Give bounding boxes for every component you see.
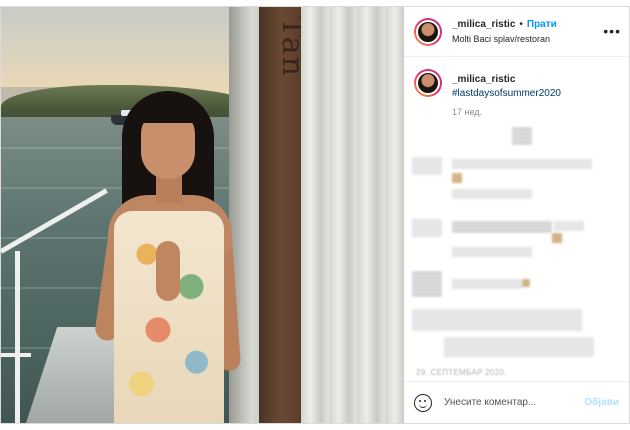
caption-hashtag[interactable]: #lastdaysofsummer2020 xyxy=(452,88,561,99)
more-options-icon[interactable]: ••• xyxy=(603,24,621,38)
post-side-panel: _milica_ristic • Прати Molti Baci splav/… xyxy=(404,7,629,423)
post-comment-button[interactable]: Објави xyxy=(584,397,619,408)
caption-avatar[interactable] xyxy=(414,69,442,97)
separator-dot: • xyxy=(519,18,523,30)
caption: _milica_ristic #lastdaysofsummer2020 xyxy=(414,69,619,101)
caption-timestamp[interactable]: 17 нед. xyxy=(452,107,619,117)
comment-input[interactable] xyxy=(444,397,585,408)
photo-curtain-right xyxy=(301,7,404,423)
location-link[interactable]: Molti Baci splav/restoran xyxy=(452,32,557,46)
header-username[interactable]: _milica_ristic xyxy=(452,18,515,32)
post-container: Tan _milica_ristic • Прати Molti Baci sp… xyxy=(0,6,630,424)
comments-area: _milica_ristic #lastdaysofsummer2020 17 … xyxy=(404,57,629,381)
avatar[interactable] xyxy=(414,17,442,46)
caption-username[interactable]: _milica_ristic xyxy=(452,74,515,85)
add-comment-bar: Објави xyxy=(404,381,629,423)
post-header: _milica_ristic • Прати Molti Baci splav/… xyxy=(404,7,629,57)
photo-person xyxy=(93,91,246,423)
emoji-icon[interactable] xyxy=(414,393,432,412)
post-date: 29. СЕПТЕМБАР 2020. xyxy=(416,368,507,377)
follow-button[interactable]: Прати xyxy=(527,18,557,32)
post-photo[interactable]: Tan xyxy=(1,7,404,423)
